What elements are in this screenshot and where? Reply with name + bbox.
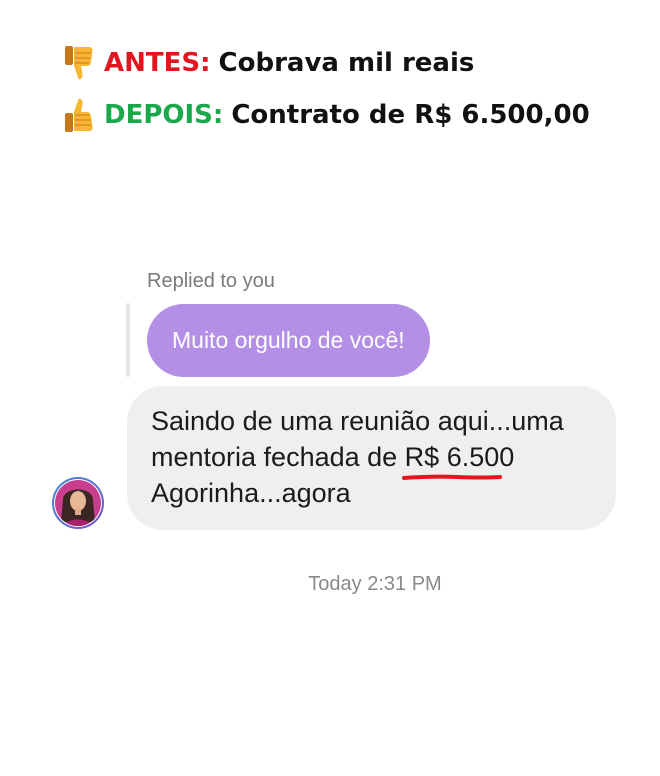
before-text: Cobrava mil reais [218,48,475,78]
message-timestamp: Today 2:31 PM [308,573,442,595]
after-text: Contrato de R$ 6.500,00 [231,100,590,130]
message-line-2: mentoria fechada de R$ 6.500 [151,439,594,480]
replied-to-you-label: Replied to you [147,270,275,292]
red-underline-mark [401,474,502,480]
highlighted-amount-text: R$ 6.500 [404,442,515,472]
profile-avatar[interactable] [51,476,105,530]
reply-message-text: Muito orgulho de você! [172,327,405,353]
after-label: DEPOIS: [104,100,224,130]
before-label: ANTES: [104,48,211,78]
headline-after: DEPOIS: Contrato de R$ 6.500,00 [62,96,590,134]
thumbs-up-icon [65,98,93,132]
message-bubble[interactable]: Saindo de uma reunião aqui...uma mentori… [127,386,616,530]
headline-before: ANTES: Cobrava mil reais [62,44,474,82]
thumbs-down-icon [65,46,93,80]
highlighted-amount: R$ 6.500 [401,439,515,480]
reply-message-bubble[interactable]: Muito orgulho de você! [147,304,430,377]
message-line-2-prefix: mentoria fechada de [151,442,405,472]
message-line-3: Agorinha...agora [151,478,351,508]
message-line-1: Saindo de uma reunião aqui...uma [151,406,564,436]
reply-quote-bar [126,303,130,377]
